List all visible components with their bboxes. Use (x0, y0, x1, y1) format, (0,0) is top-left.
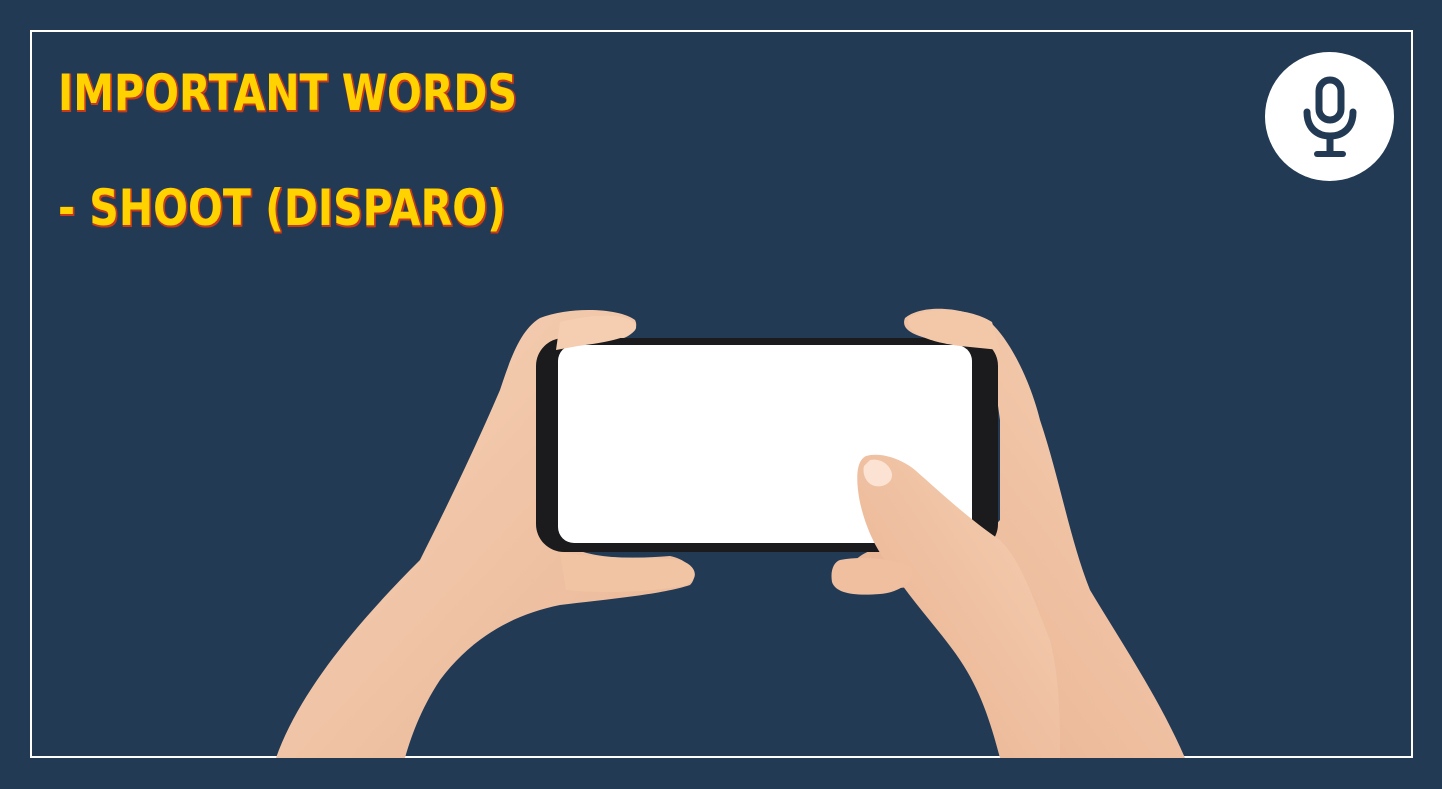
hands-holding-phone-image (276, 308, 1185, 758)
slide: IMPORTANT WORDS - SHOOT (DISPARO) (0, 0, 1442, 789)
